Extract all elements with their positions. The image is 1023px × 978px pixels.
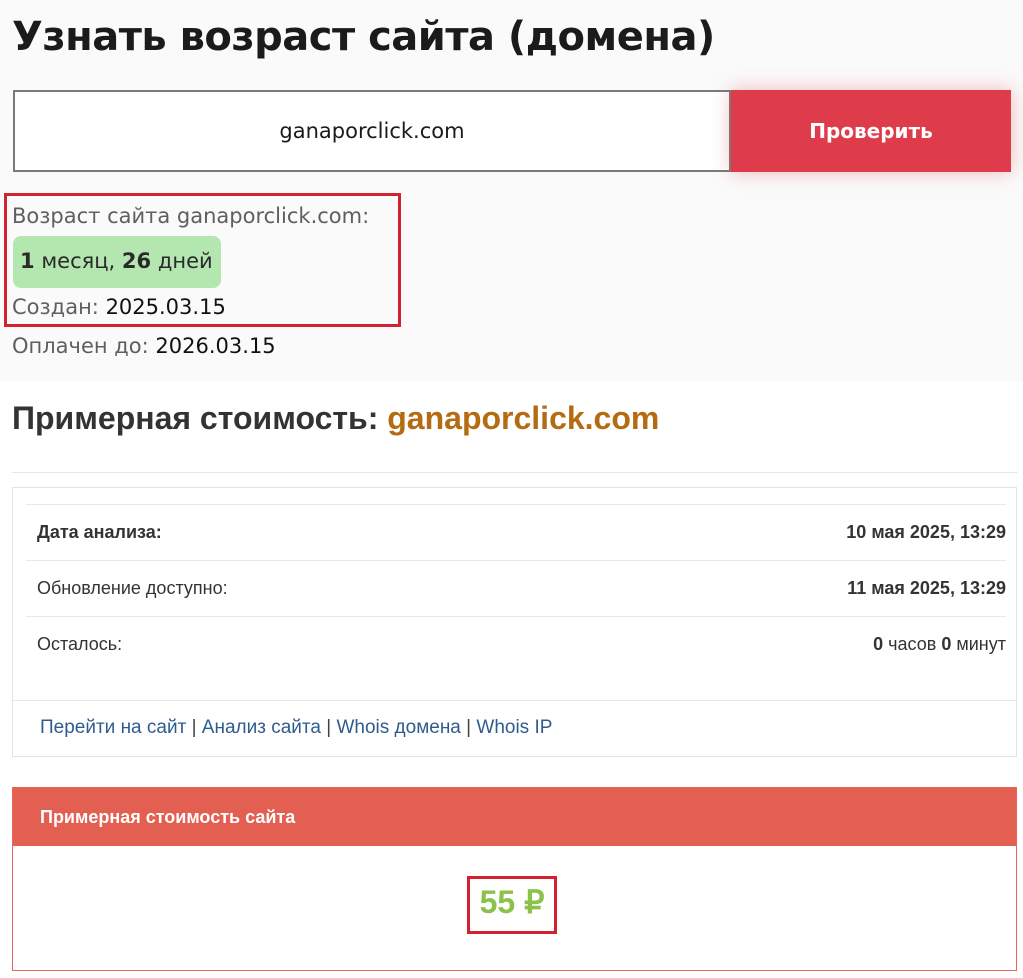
page-title: Узнать возраст сайта (домена) [12, 14, 715, 60]
paid-until-value: 2026.03.15 [155, 334, 276, 358]
cost-heading: Примерная стоимость: ganaporclick.com [12, 400, 659, 437]
age-days-number: 26 [121, 249, 152, 273]
table-row-update-available: Обновление доступно: 11 мая 2025, 13:29 [26, 560, 1006, 617]
divider [12, 472, 1018, 473]
price-panel-header: Примерная стоимость сайта [13, 788, 1016, 846]
price-panel: Примерная стоимость сайта 55 ₽ [12, 787, 1017, 971]
link-whois-ip[interactable]: Whois IP [476, 717, 552, 738]
age-months-number: 1 [20, 249, 35, 273]
analysis-date-value: 10 мая 2025, 13:29 [846, 522, 1006, 542]
minutes-number: 0 [941, 634, 952, 654]
created-value: 2025.03.15 [105, 295, 226, 319]
hours-number: 0 [873, 634, 884, 654]
check-button[interactable]: Проверить [731, 90, 1011, 172]
price-panel-title: Примерная стоимость сайта [40, 807, 296, 827]
link-whois-domain[interactable]: Whois домена [336, 717, 460, 738]
table-row-analysis-date: Дата анализа: 10 мая 2025, 13:29 [26, 504, 1006, 561]
time-left-value: 0 часов 0 минут [873, 634, 1006, 655]
analysis-card: Дата анализа: 10 мая 2025, 13:29 Обновле… [12, 487, 1017, 757]
created-date-row: Создан: 2025.03.15 [12, 295, 226, 319]
site-age-badge: 1 месяц, 26 дней [13, 236, 221, 288]
link-separator: | [191, 717, 197, 738]
created-label: Создан: [12, 295, 99, 319]
cost-heading-domain: ganaporclick.com [387, 400, 660, 436]
minutes-unit: минут [956, 634, 1006, 654]
site-age-label: Возраст сайта ganaporclick.com: [12, 204, 370, 228]
domain-input[interactable] [13, 90, 731, 172]
link-separator: | [466, 717, 472, 738]
link-separator: | [326, 717, 332, 738]
price-value: 55 ₽ [479, 884, 545, 920]
paid-until-label: Оплачен до: [12, 334, 149, 358]
update-available-value: 11 мая 2025, 13:29 [847, 578, 1006, 598]
table-row-time-left: Осталось: 0 часов 0 минут [26, 616, 1006, 673]
link-site-analysis[interactable]: Анализ сайта [202, 717, 321, 738]
site-links: Перейти на сайт | Анализ сайта | Whois д… [40, 717, 552, 739]
age-months-word: месяц, [41, 249, 116, 273]
cost-heading-prefix: Примерная стоимость: [12, 400, 379, 436]
divider [13, 700, 1016, 701]
paid-until-row: Оплачен до: 2026.03.15 [12, 334, 276, 358]
link-visit-site[interactable]: Перейти на сайт [40, 717, 186, 738]
time-left-label: Осталось: [37, 634, 123, 654]
analysis-date-label: Дата анализа: [37, 522, 162, 542]
hours-unit: часов [888, 634, 937, 654]
update-available-label: Обновление доступно: [37, 578, 228, 598]
age-days-word: дней [157, 249, 213, 273]
